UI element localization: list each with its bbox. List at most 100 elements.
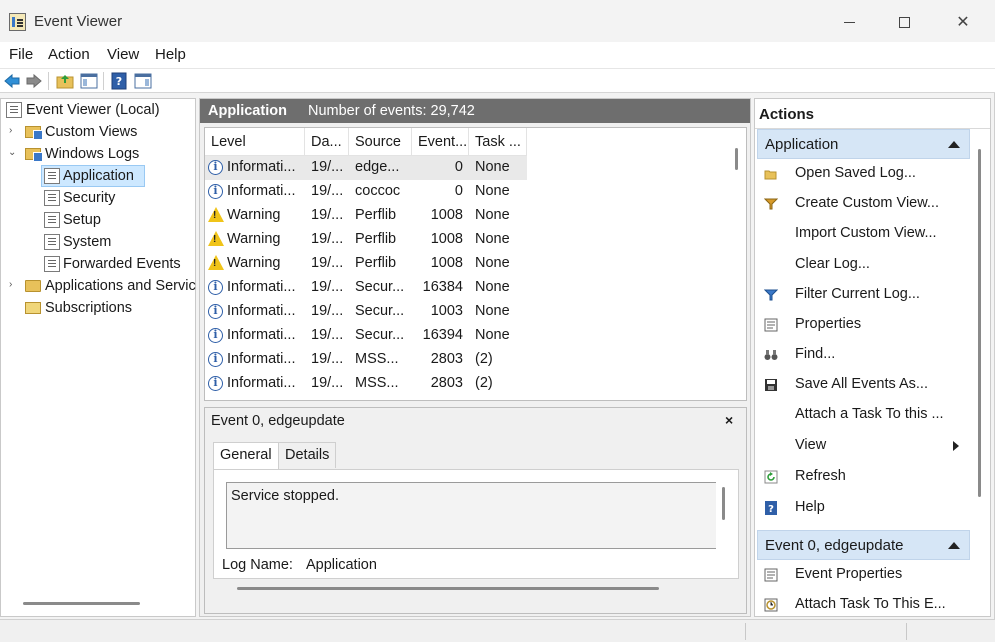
- section-application[interactable]: Application: [757, 129, 970, 159]
- tree-item-security[interactable]: Security: [1, 187, 197, 209]
- collapse-arrow-icon[interactable]: [948, 542, 960, 549]
- open-folder-icon: [764, 170, 777, 180]
- table-row[interactable]: Informati... 19/... MSS... 2803 (2): [205, 348, 527, 372]
- maximize-button[interactable]: [881, 6, 927, 38]
- help-book-icon[interactable]: ?: [110, 72, 128, 90]
- menu-action[interactable]: Action: [48, 46, 90, 63]
- tree-item-setup[interactable]: Setup: [1, 209, 197, 231]
- tree-item-application[interactable]: Application: [1, 165, 197, 187]
- table-row[interactable]: Informati... 19/... coccoc 0 None: [205, 180, 527, 204]
- menu-help[interactable]: Help: [155, 46, 186, 63]
- action-find[interactable]: Find...: [755, 340, 970, 370]
- cell-task: None: [475, 303, 510, 319]
- action-event-properties[interactable]: Event Properties: [755, 560, 970, 590]
- event-properties-icon: [764, 568, 778, 582]
- action-view[interactable]: View: [755, 431, 970, 461]
- table-row[interactable]: Informati... 19/... Secur... 16384 None: [205, 276, 527, 300]
- tree-item-event-viewer-local[interactable]: Event Viewer (Local): [1, 99, 197, 121]
- column-header-date[interactable]: Da...: [311, 134, 342, 150]
- action-attach-task-to-event[interactable]: Attach Task To This E...: [755, 590, 970, 620]
- close-detail-icon[interactable]: ×: [725, 412, 733, 428]
- action-open-saved-log[interactable]: Open Saved Log...: [755, 159, 970, 189]
- cell-event-id: 16384: [422, 279, 463, 295]
- column-divider[interactable]: [348, 128, 349, 156]
- table-row[interactable]: ! Warning 19/... Perflib 1008 None: [205, 204, 527, 228]
- cell-date: 19/...: [311, 279, 344, 295]
- table-row[interactable]: Informati... 19/... Secur... 16394 None: [205, 324, 527, 348]
- events-grid: Level Da... Source Event... Task ... Inf…: [204, 127, 747, 401]
- maximize-icon: [898, 16, 910, 28]
- action-filter-current-log[interactable]: Filter Current Log...: [755, 280, 970, 310]
- detail-horizontal-scrollbar[interactable]: [237, 587, 659, 590]
- log-name-value: Application: [306, 557, 377, 573]
- chevron-down-icon[interactable]: ⌄: [8, 148, 18, 158]
- menu-view[interactable]: View: [107, 46, 139, 63]
- tree-item-applications-and-services[interactable]: › Applications and Servic: [1, 275, 197, 297]
- minimize-button[interactable]: [826, 6, 872, 38]
- action-help[interactable]: ? Help: [755, 493, 970, 523]
- action-refresh[interactable]: Refresh: [755, 462, 970, 492]
- information-icon: [208, 160, 223, 175]
- log-icon: [44, 168, 60, 184]
- table-row[interactable]: ! Warning 19/... Perflib 1008 None: [205, 228, 527, 252]
- up-folder-icon[interactable]: [56, 72, 74, 90]
- column-divider[interactable]: [526, 128, 527, 156]
- cell-source: MSS...: [355, 375, 399, 391]
- toolbar-separator: [103, 72, 104, 90]
- tree-item-label: Applications and Servic: [45, 278, 196, 294]
- tree-item-subscriptions[interactable]: Subscriptions: [1, 297, 197, 319]
- column-divider[interactable]: [411, 128, 412, 156]
- tree-item-custom-views[interactable]: › Custom Views: [1, 121, 197, 143]
- tab-details[interactable]: Details: [278, 442, 337, 468]
- action-save-all-events-as[interactable]: Save All Events As...: [755, 370, 970, 400]
- chevron-right-icon[interactable]: ›: [9, 126, 19, 136]
- menu-file[interactable]: File: [9, 46, 33, 63]
- column-divider[interactable]: [468, 128, 469, 156]
- tab-label: General: [220, 447, 272, 463]
- event-count: Number of events: 29,742: [308, 103, 475, 119]
- table-row[interactable]: Informati... 19/... MSS... 2803 (2): [205, 372, 527, 396]
- show-action-pane-icon[interactable]: [134, 72, 152, 90]
- cell-date: 19/...: [311, 231, 344, 247]
- back-arrow-icon[interactable]: [3, 72, 21, 90]
- message-scrollbar[interactable]: [722, 487, 725, 520]
- column-header-event-id[interactable]: Event...: [418, 134, 467, 150]
- collapse-arrow-icon[interactable]: [948, 141, 960, 148]
- column-header-level[interactable]: Level: [211, 134, 246, 150]
- tree-item-label: Setup: [63, 212, 101, 228]
- action-create-custom-view[interactable]: Create Custom View...: [755, 189, 970, 219]
- forward-arrow-icon[interactable]: [25, 72, 43, 90]
- tree-item-windows-logs[interactable]: ⌄ Windows Logs: [1, 143, 197, 165]
- event-viewer-app-icon: [9, 13, 26, 31]
- tree-item-forwarded-events[interactable]: Forwarded Events: [1, 253, 197, 275]
- table-row[interactable]: Informati... 19/... Secur... 1003 None: [205, 300, 527, 324]
- cell-date: 19/...: [311, 183, 344, 199]
- tab-general[interactable]: General: [213, 442, 279, 470]
- table-row[interactable]: ! Warning 19/... Perflib 1008 None: [205, 252, 527, 276]
- section-label: Application: [765, 136, 839, 153]
- action-clear-log[interactable]: Clear Log...: [755, 250, 970, 280]
- vertical-scrollbar[interactable]: [735, 148, 738, 170]
- action-properties[interactable]: Properties: [755, 310, 970, 340]
- actions-vertical-scrollbar[interactable]: [978, 149, 981, 497]
- cell-date: 19/...: [311, 351, 344, 367]
- show-hide-console-tree-icon[interactable]: [80, 72, 98, 90]
- column-header-task[interactable]: Task ...: [475, 134, 521, 150]
- save-disk-icon: [765, 379, 777, 391]
- close-window-button[interactable]: ✕: [940, 6, 986, 38]
- properties-icon: [764, 318, 778, 332]
- tree-item-label: System: [63, 234, 112, 250]
- cell-source: Perflib: [355, 231, 397, 247]
- table-row[interactable]: Informati... 19/... edge... 0 None: [205, 156, 527, 180]
- section-event-edgeupdate[interactable]: Event 0, edgeupdate: [757, 530, 970, 560]
- column-header-source[interactable]: Source: [355, 134, 401, 150]
- action-import-custom-view[interactable]: Import Custom View...: [755, 219, 970, 249]
- tree-item-system[interactable]: System: [1, 231, 197, 253]
- cell-source: Perflib: [355, 255, 397, 271]
- action-attach-task-to-log[interactable]: Attach a Task To this ...: [755, 400, 970, 430]
- chevron-right-icon[interactable]: ›: [9, 280, 19, 290]
- horizontal-scrollbar[interactable]: [23, 602, 140, 605]
- column-divider[interactable]: [304, 128, 305, 156]
- event-message-box[interactable]: Service stopped.: [226, 482, 716, 549]
- event-message: Service stopped.: [231, 488, 340, 504]
